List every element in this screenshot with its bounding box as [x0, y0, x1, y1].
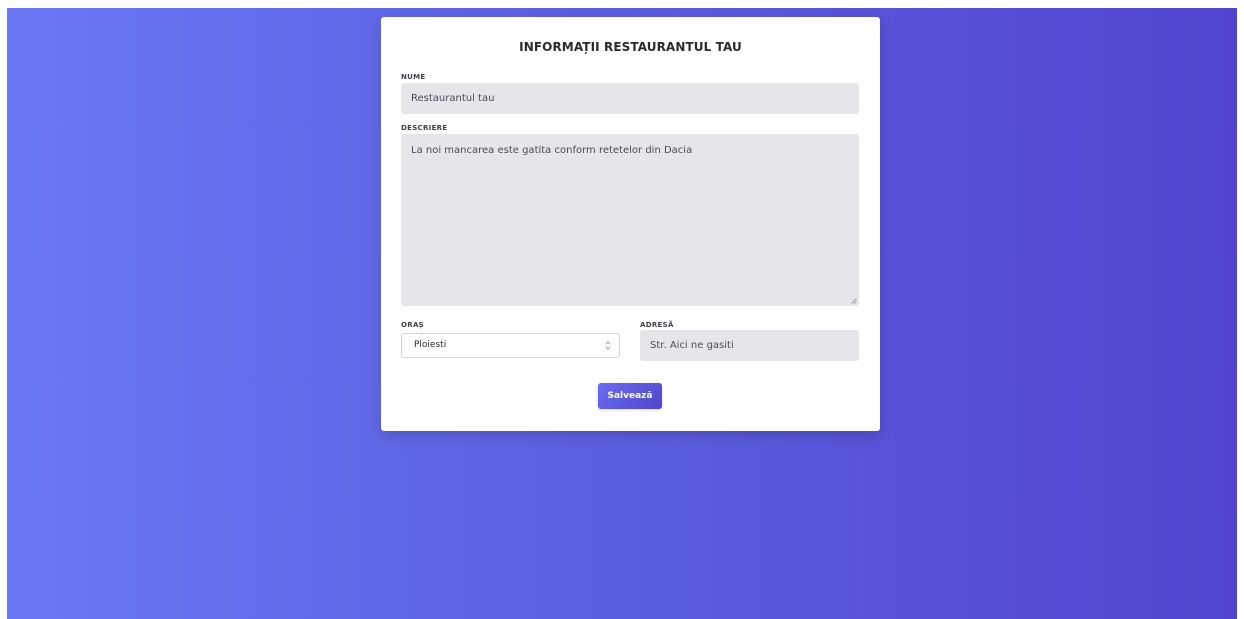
- oras-selected-value: Ploiesti: [414, 340, 447, 350]
- resize-grip-icon[interactable]: [851, 298, 857, 304]
- restaurant-info-card: INFORMAȚII RESTAURANTUL TAU NUME Restaur…: [381, 17, 880, 431]
- nume-input[interactable]: Restaurantul tau: [401, 83, 859, 114]
- adresa-input[interactable]: Str. Aici ne gasiti: [640, 330, 859, 361]
- form-title: INFORMAȚII RESTAURANTUL TAU: [519, 40, 742, 54]
- chevron-up-down-icon: [605, 341, 611, 350]
- descriere-textarea[interactable]: La noi mancarea este gatita conform rete…: [401, 134, 859, 306]
- oras-select[interactable]: Ploiesti: [401, 333, 620, 358]
- adresa-label: ADRESĂ: [640, 321, 674, 329]
- nume-label: NUME: [401, 73, 426, 81]
- save-button[interactable]: Salvează: [598, 383, 662, 409]
- oras-label: ORAȘ: [401, 321, 424, 329]
- page-background: INFORMAȚII RESTAURANTUL TAU NUME Restaur…: [7, 8, 1237, 619]
- descriere-label: DESCRIERE: [401, 124, 448, 132]
- descriere-text: La noi mancarea este gatita conform rete…: [411, 145, 693, 156]
